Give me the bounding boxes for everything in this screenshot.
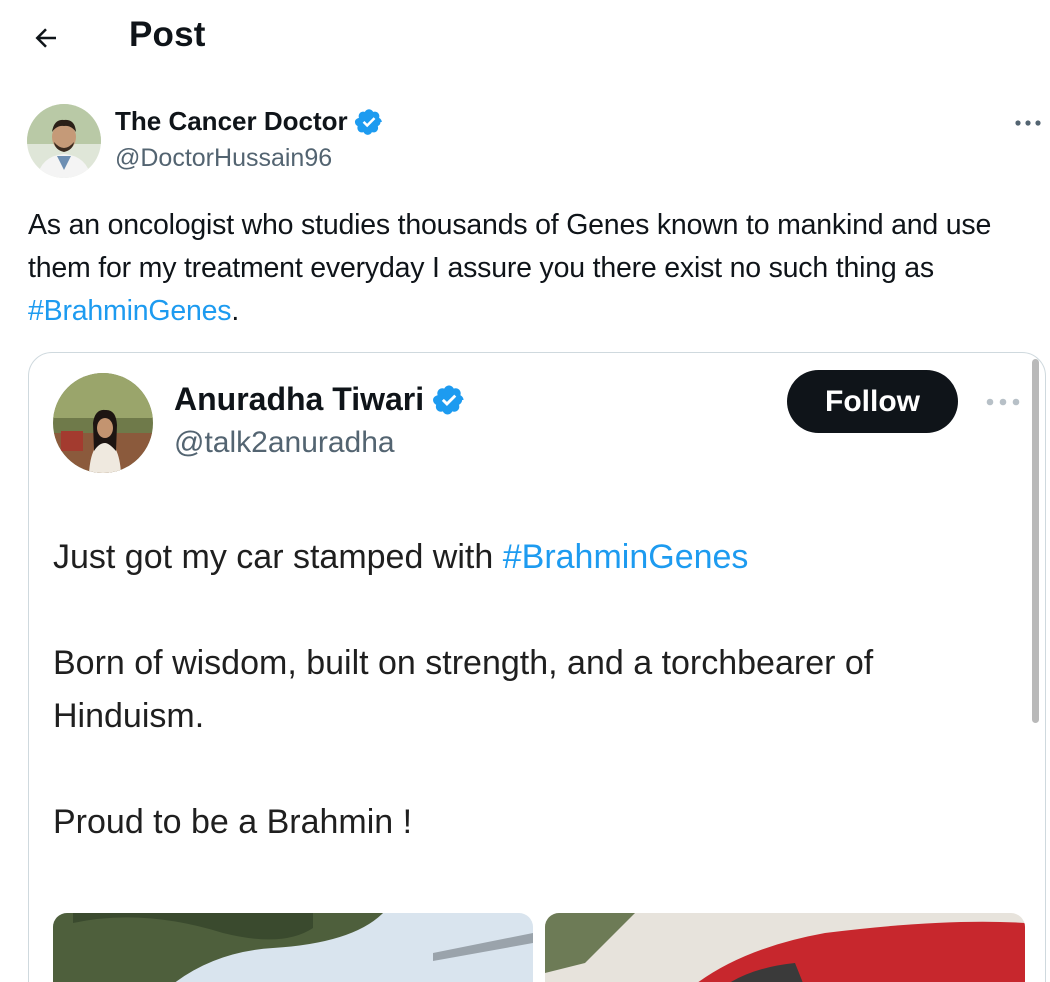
quoted-line-3: Proud to be a Brahmin !: [53, 803, 413, 841]
quoted-media-image-2[interactable]: [545, 913, 1025, 982]
quoted-line-1: Just got my car stamped with #BrahminGen…: [53, 531, 1013, 584]
arrow-left-icon: [35, 28, 56, 48]
quoted-author-name[interactable]: Anuradha Tiwari: [174, 381, 466, 418]
author-avatar[interactable]: [27, 104, 101, 178]
more-options-icon: [1015, 120, 1041, 126]
author-name[interactable]: The Cancer Doctor: [115, 106, 384, 137]
back-button[interactable]: [26, 18, 66, 58]
tweet-body: As an oncologist who studies thousands o…: [28, 209, 992, 284]
quoted-line-1-text: Just got my car stamped with: [53, 538, 503, 576]
quoted-author-handle[interactable]: @talk2anuradha: [174, 426, 395, 460]
tweet-text: As an oncologist who studies thousands o…: [28, 204, 1043, 333]
hashtag-link[interactable]: #BrahminGenes: [28, 295, 232, 327]
tweet-body-end: .: [231, 295, 240, 327]
author-name-text: The Cancer Doctor: [115, 106, 348, 136]
quoted-post-card[interactable]: Anuradha Tiwari @talk2anuradha Follow Ju…: [28, 352, 1046, 982]
quoted-hashtag-link[interactable]: #BrahminGenes: [503, 538, 749, 576]
post-header: Post: [0, 0, 1050, 72]
quoted-line-2: Born of wisdom, built on strength, and a…: [53, 644, 874, 735]
verified-badge-icon: [433, 384, 464, 415]
quoted-author-avatar[interactable]: [53, 373, 153, 473]
verified-badge-icon: [354, 108, 382, 135]
more-options-button[interactable]: [1010, 108, 1046, 138]
quoted-more-options-button[interactable]: [979, 387, 1027, 417]
page-title: Post: [129, 15, 206, 54]
quoted-post-text: Just got my car stamped with #BrahminGen…: [53, 531, 1013, 849]
scrollbar-thumb[interactable]: [1032, 359, 1039, 723]
quoted-author-name-text: Anuradha Tiwari: [174, 381, 425, 417]
follow-button[interactable]: Follow: [787, 370, 958, 433]
more-options-icon: [986, 398, 1020, 406]
author-handle[interactable]: @DoctorHussain96: [115, 144, 332, 173]
quoted-media-image-1[interactable]: [53, 913, 533, 982]
post-page: Post The Cancer Doctor @DoctorHussain96 …: [0, 0, 1050, 982]
